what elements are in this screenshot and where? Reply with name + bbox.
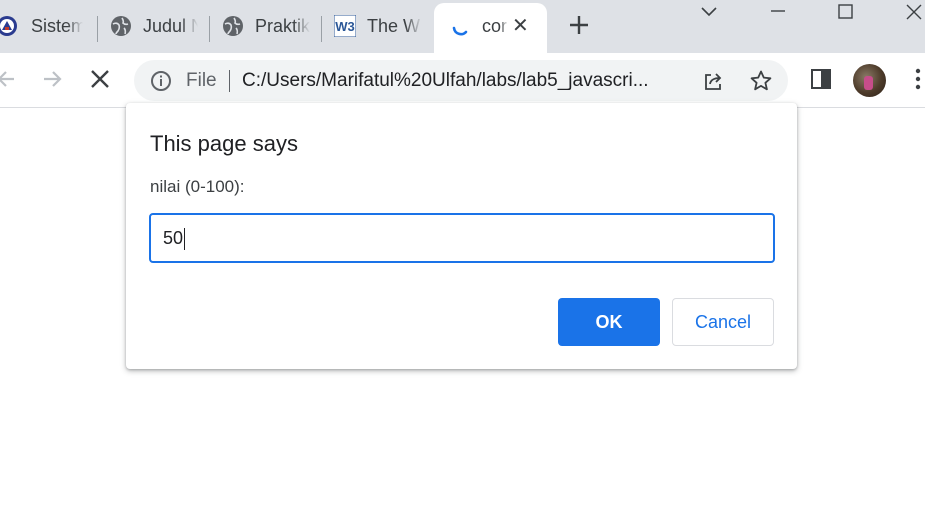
prompt-input[interactable]: 50	[149, 213, 775, 263]
tab-sistem[interactable]: Sistem	[0, 3, 98, 53]
svg-text:W3: W3	[335, 19, 355, 34]
tab-judul[interactable]: Judul N	[98, 3, 210, 53]
tab-title: Praktik	[255, 16, 310, 36]
more-vert-icon[interactable]	[905, 66, 925, 92]
tab-w3schools[interactable]: W3 The W	[322, 3, 434, 53]
close-icon[interactable]	[900, 0, 925, 26]
avatar[interactable]	[853, 64, 886, 97]
close-tab-icon[interactable]: ✕	[512, 16, 529, 36]
text-caret	[184, 228, 185, 250]
minimize-icon[interactable]	[765, 0, 791, 26]
w3schools-icon: W3	[333, 14, 357, 38]
side-panel-icon[interactable]	[808, 66, 834, 92]
tab-active[interactable]: cor ✕	[434, 3, 547, 53]
info-icon[interactable]	[149, 69, 173, 93]
tab-praktik[interactable]: Praktik	[210, 3, 322, 53]
url-text[interactable]: C:/Users/Marifatul%20Ulfah/labs/lab5_jav…	[242, 70, 690, 92]
globe-icon	[110, 15, 132, 37]
cancel-button[interactable]: Cancel	[672, 298, 774, 346]
university-logo-icon	[0, 15, 18, 37]
stop-loading-icon[interactable]	[87, 66, 113, 92]
tab-title: Judul N	[143, 16, 198, 36]
avatar-figure	[864, 76, 873, 90]
chevron-down-icon[interactable]	[696, 0, 722, 26]
tab-title: The W	[367, 16, 421, 36]
site-info-label[interactable]: File	[186, 70, 217, 92]
prompt-input-value: 50	[163, 228, 184, 248]
tab-title: cor	[482, 16, 508, 36]
globe-icon	[222, 15, 244, 37]
plus-icon[interactable]	[566, 12, 592, 38]
back-arrow-icon[interactable]	[0, 66, 20, 92]
loading-spinner-icon	[450, 15, 472, 37]
ok-button[interactable]: OK	[558, 298, 660, 346]
prompt-dialog: This page says nilai (0-100): 50 OK Canc…	[126, 103, 797, 369]
star-icon[interactable]	[749, 69, 773, 93]
toolbar: File C:/Users/Marifatul%20Ulfah/labs/lab…	[0, 53, 925, 108]
forward-arrow-icon[interactable]	[40, 66, 66, 92]
share-icon[interactable]	[701, 69, 725, 93]
divider	[229, 70, 230, 92]
maximize-icon[interactable]	[833, 0, 859, 26]
address-bar[interactable]: File C:/Users/Marifatul%20Ulfah/labs/lab…	[134, 60, 788, 101]
tab-strip: Sistem Judul N Praktik W3 The W cor ✕	[0, 0, 925, 53]
dialog-message: nilai (0-100):	[150, 177, 245, 196]
tab-title: Sistem	[31, 16, 83, 36]
dialog-title: This page says	[150, 131, 298, 156]
